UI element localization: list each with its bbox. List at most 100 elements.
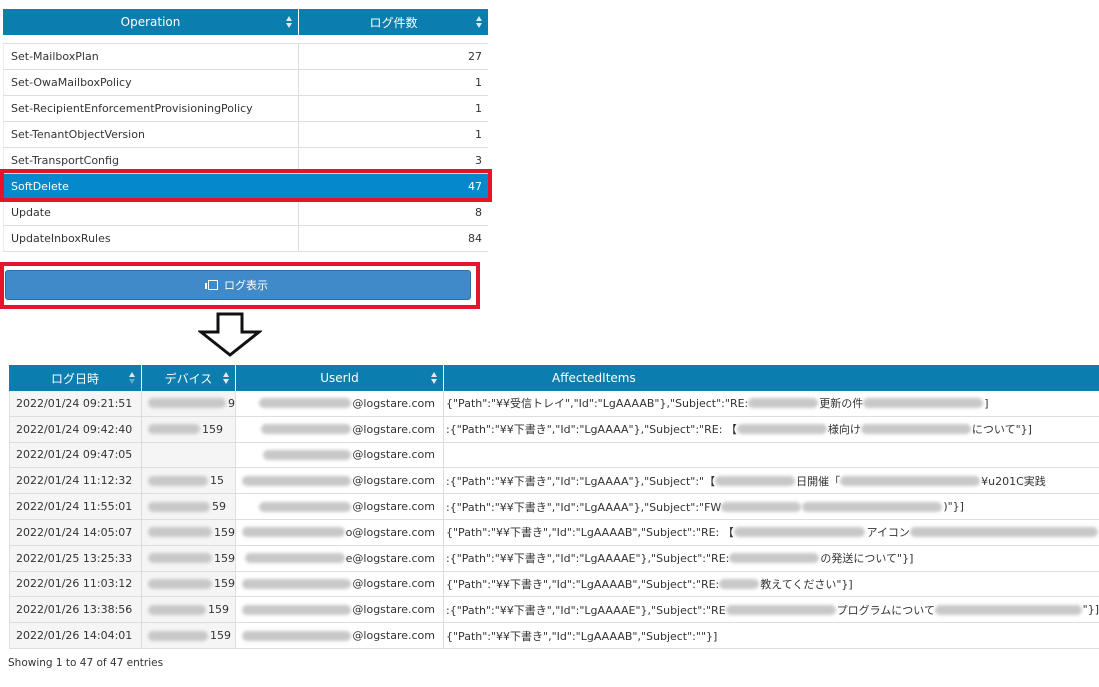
affected-items-text: :{"Path":"¥¥下書き","Id":"LgAAAAE"},"Subjec…: [446, 552, 730, 566]
affected-items-text: {"Path":"¥¥受信トレイ","Id":"LgAAAAB"},"Subje…: [446, 397, 749, 411]
column-header-device[interactable]: デバイス: [142, 365, 236, 391]
redacted: [242, 475, 352, 486]
redacted: [715, 475, 796, 486]
redacted: [748, 398, 819, 409]
redacted: [148, 553, 212, 564]
redacted: [148, 475, 208, 486]
operation-cell: Set-RecipientEnforcementProvisioningPoli…: [3, 96, 299, 121]
column-header-log-datetime[interactable]: ログ日時: [9, 365, 142, 391]
column-header-operation[interactable]: Operation: [3, 9, 299, 35]
table-row[interactable]: 2022/01/26 14:04:01 159 @logstare.com {"Pat…: [9, 623, 1099, 649]
sort-icon[interactable]: [223, 372, 230, 384]
table-row[interactable]: Update 8: [3, 200, 488, 226]
table-row[interactable]: 2022/01/24 14:05:07 159 o@logstare.com {"Pa…: [9, 519, 1099, 546]
redacted: [242, 527, 345, 538]
sort-icon[interactable]: [431, 372, 438, 384]
device-cell: 9: [142, 391, 236, 416]
userid-cell: @logstare.com: [236, 597, 444, 623]
device-cell: 15: [142, 468, 236, 494]
device-text: 159: [214, 551, 235, 565]
show-log-button[interactable]: ログ表示: [5, 270, 471, 300]
userid-cell: e@logstare.com: [236, 545, 444, 571]
sort-icon[interactable]: [476, 16, 483, 28]
table-row[interactable]: 2022/01/24 09:42:40 159 @logstare.com:{"Pa…: [9, 416, 1099, 443]
log-table-body: 2022/01/24 09:21:51 9 @logstare.com {"Path"…: [9, 391, 1099, 649]
redacted: [148, 398, 226, 409]
datetime-cell: 2022/01/24 11:55:01: [9, 494, 142, 519]
device-cell: 159: [142, 571, 236, 597]
affected-items-text: {"Path":"¥¥下書き","Id":"LgAAAAB","Subject"…: [446, 577, 720, 591]
datetime-cell: 2022/01/24 09:21:51: [9, 391, 142, 416]
userid-text: e@logstare.com: [345, 551, 435, 565]
redacted: [934, 604, 1082, 615]
operation-cell: Set-MailboxPlan: [3, 44, 299, 69]
device-text: 159: [214, 577, 235, 591]
sort-icon[interactable]: [286, 16, 293, 28]
affected-items-cell: :{"Path":"¥¥下書き","Id":"LgAAAA"},"Subject…: [444, 468, 1099, 493]
affected-items-cell: {"Path":"¥¥下書き","Id":"LgAAAAB","Subject"…: [444, 623, 1099, 648]
table-row[interactable]: Set-MailboxPlan 27: [3, 44, 488, 70]
count-cell: 84: [468, 232, 482, 245]
affected-items-text: 様向け: [827, 423, 861, 437]
affected-items-text: プログラムについて: [836, 603, 935, 617]
sort-ascending-icon[interactable]: [129, 372, 136, 384]
table-row[interactable]: Set-TenantObjectVersion 1: [3, 122, 488, 148]
userid-text: @logstare.com: [352, 577, 435, 591]
affected-items-text: :{"Path":"¥¥下書き","Id":"LgAAAAE"},"Subjec…: [446, 603, 726, 617]
count-cell: 1: [475, 128, 482, 141]
affected-items-text: アイコン: [866, 526, 910, 540]
operation-cell: UpdateInboxRules: [3, 226, 299, 251]
affected-items-cell: :{"Path":"¥¥下書き","Id":"LgAAAAE"},"Subjec…: [444, 546, 1099, 571]
device-cell: 159: [142, 416, 236, 442]
operation-table-header: Operation ログ件数: [3, 9, 488, 35]
affected-items-text: "}]: [1082, 603, 1099, 617]
table-row[interactable]: 2022/01/25 13:25:33 159 e@logstare.com:{"P…: [9, 545, 1099, 572]
table-row[interactable]: 2022/01/26 13:38:56 159 @logstare.com:{"Pa…: [9, 597, 1099, 624]
affected-items-text: {"Path":"¥¥下書き","Id":"LgAAAAB","Subject"…: [446, 629, 718, 643]
userid-text: @logstare.com: [352, 603, 435, 617]
column-header-userid[interactable]: UserId: [236, 365, 444, 391]
affected-items-text: ¥u201C実践: [981, 474, 1046, 488]
device-text: 59: [212, 500, 226, 514]
redacted: [840, 475, 981, 486]
datetime-cell: 2022/01/26 11:03:12: [9, 571, 142, 597]
table-row[interactable]: UpdateInboxRules 84: [3, 226, 488, 252]
operation-cell: Update: [3, 200, 299, 225]
redacted: [148, 604, 206, 615]
operation-cell: Set-TenantObjectVersion: [3, 122, 299, 147]
userid-text: @logstare.com: [352, 448, 435, 462]
affected-items-text: の発送について"}]: [820, 552, 914, 566]
table-row[interactable]: 2022/01/26 11:03:12 159 @logstare.com {"Pat…: [9, 571, 1099, 598]
affected-items-cell: [444, 443, 1099, 468]
table-spacer: [3, 35, 488, 44]
table-row[interactable]: 2022/01/24 09:47:05 @logstare.com: [9, 442, 1099, 469]
count-cell: 1: [475, 102, 482, 115]
affected-items-text: :{"Path":"¥¥下書き","Id":"LgAAAA"},"Subject…: [446, 423, 737, 437]
device-cell: 159: [142, 623, 236, 648]
table-row[interactable]: 2022/01/24 11:12:32 15 @logstare.com:{"Pat…: [9, 468, 1099, 495]
userid-text: @logstare.com: [352, 396, 435, 410]
redacted: [863, 398, 984, 409]
table-row[interactable]: 2022/01/24 11:55:01 59 @logstare.com:{"Pat…: [9, 494, 1099, 520]
redacted: [860, 424, 971, 435]
redacted: [148, 630, 208, 641]
redacted: [148, 501, 210, 512]
table-row[interactable]: Set-OwaMailboxPolicy 1: [3, 70, 488, 96]
column-header-log-count[interactable]: ログ件数: [299, 9, 488, 35]
list-icon: [205, 280, 218, 290]
redacted: [242, 578, 352, 589]
table-row[interactable]: 2022/01/24 09:21:51 9 @logstare.com {"Path"…: [9, 391, 1099, 417]
affected-items-text: :{"Path":"¥¥下書き","Id":"LgAAAA"},"Subject…: [446, 500, 722, 514]
redacted: [725, 604, 836, 615]
redacted: [259, 501, 352, 512]
table-row[interactable]: Set-RecipientEnforcementProvisioningPoli…: [3, 96, 488, 122]
log-table: ログ日時 デバイス UserId AffectedItems 2022/01/2…: [9, 365, 1099, 649]
down-arrow-outline-icon: [198, 312, 262, 357]
affected-items-cell: :{"Path":"¥¥下書き","Id":"LgAAAAE"},"Subjec…: [444, 597, 1099, 622]
column-header-affected-items[interactable]: AffectedItems: [444, 365, 1099, 391]
redacted: [802, 501, 943, 512]
affected-items-text: :{"Path":"¥¥下書き","Id":"LgAAAA"},"Subject…: [446, 474, 716, 488]
userid-cell: @logstare.com: [236, 442, 444, 468]
device-cell: [142, 442, 236, 468]
redacted: [719, 578, 760, 589]
